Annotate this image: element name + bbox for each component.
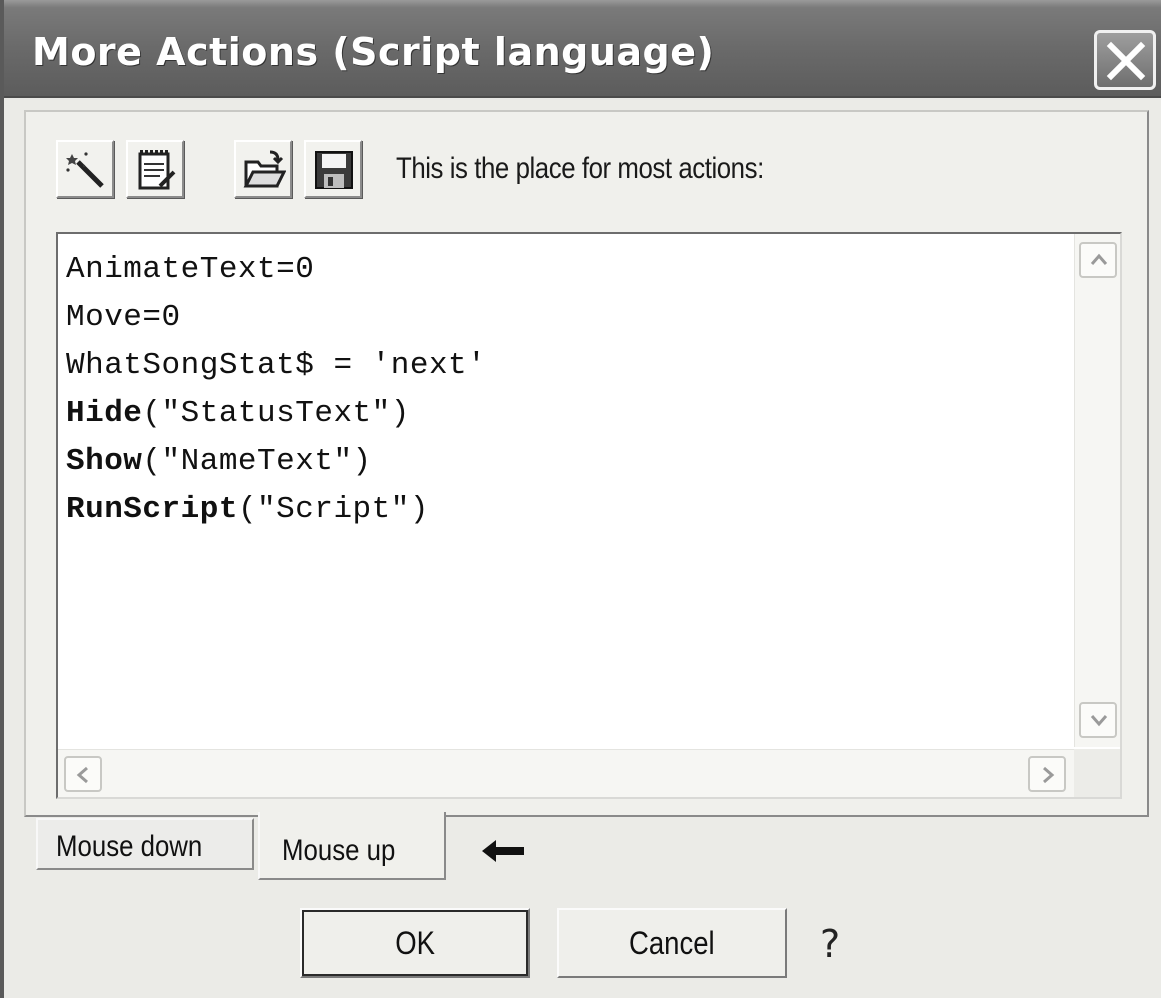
close-button[interactable] — [1094, 30, 1156, 90]
wizard-button[interactable] — [56, 140, 114, 198]
scroll-right-button[interactable] — [1028, 756, 1066, 792]
code-line: Move=0 — [66, 300, 181, 335]
code-line: RunScript("Script") — [66, 492, 429, 527]
tab-mouse-down-label: Mouse down — [56, 830, 203, 863]
arrow-left-icon — [478, 836, 528, 871]
dialog-body: This is the place for most actions: Anim… — [4, 100, 1161, 998]
open-button[interactable] — [234, 140, 292, 198]
horizontal-scrollbar[interactable] — [58, 749, 1076, 797]
code-line: WhatSongStat$ = 'next' — [66, 348, 487, 383]
tab-mouse-down[interactable]: Mouse down — [36, 818, 254, 870]
window-title: More Actions (Script language) — [32, 30, 715, 74]
code-line: AnimateText=0 — [66, 252, 315, 287]
scroll-up-button[interactable] — [1079, 242, 1117, 278]
code-line: Hide("StatusText") — [66, 396, 410, 431]
ok-button[interactable]: OK — [300, 908, 530, 978]
save-button[interactable] — [304, 140, 362, 198]
toolbar-label: This is the place for most actions: — [396, 152, 764, 185]
script-editor[interactable]: AnimateText=0 Move=0 WhatSongStat$ = 'ne… — [56, 232, 1122, 799]
dialog-window: More Actions (Script language) This is t… — [0, 0, 1161, 998]
title-bar[interactable]: More Actions (Script language) — [4, 0, 1161, 98]
scrollbar-corner — [1074, 749, 1120, 797]
tab-mouse-up-label: Mouse up — [282, 834, 396, 867]
scroll-left-button[interactable] — [64, 756, 102, 792]
script-text[interactable]: AnimateText=0 Move=0 WhatSongStat$ = 'ne… — [66, 246, 1076, 534]
script-editor-button[interactable] — [126, 140, 184, 198]
vertical-scrollbar[interactable] — [1074, 234, 1120, 747]
tab-mouse-up[interactable]: Mouse up — [258, 812, 446, 880]
help-icon[interactable]: ? — [820, 922, 840, 966]
tab-page-mouse-up: This is the place for most actions: Anim… — [24, 110, 1149, 817]
scroll-down-button[interactable] — [1079, 702, 1117, 738]
code-line: Show("NameText") — [66, 444, 372, 479]
cancel-button[interactable]: Cancel — [557, 908, 787, 978]
